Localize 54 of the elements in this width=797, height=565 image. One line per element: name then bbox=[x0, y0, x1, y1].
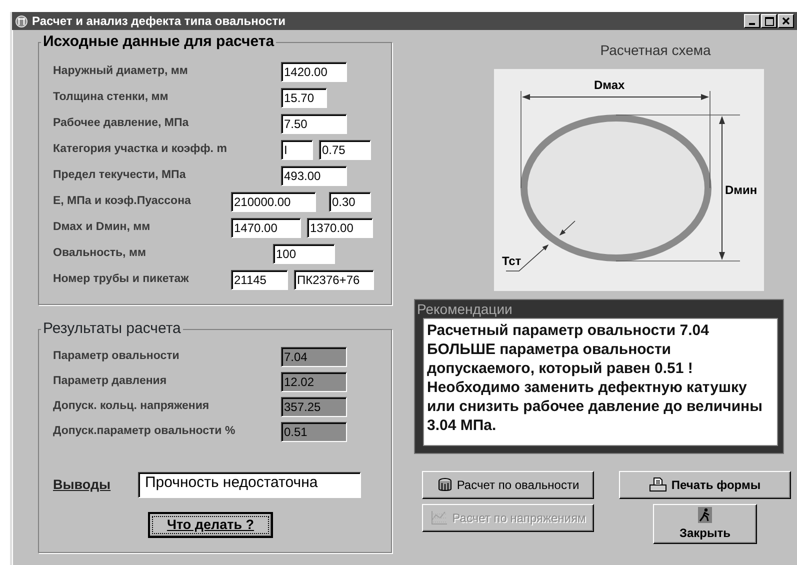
running-man-icon bbox=[698, 506, 712, 522]
field-label: Категория участка и коэфф. m bbox=[53, 142, 228, 158]
group-title: Исходные данные для расчета bbox=[41, 33, 276, 51]
field-label: Наружный диаметр, мм bbox=[53, 64, 189, 80]
dmin-label: Dмин bbox=[725, 183, 758, 197]
input-field[interactable]: 7.50 bbox=[281, 114, 347, 134]
result-label: Допуск. кольц. напряжения bbox=[53, 398, 210, 414]
result-label: Параметр давления bbox=[53, 374, 168, 389]
input-field[interactable]: 1470.00 bbox=[231, 218, 301, 238]
close-button[interactable] bbox=[778, 14, 794, 28]
conclusion-label: Выводы bbox=[53, 476, 112, 494]
field-label: E, МПа и коэф.Пуассона bbox=[53, 194, 192, 210]
what-to-do-button[interactable]: Что делать ? bbox=[148, 512, 273, 538]
group-title: Результаты расчета bbox=[41, 320, 183, 338]
result-label: Параметр овальности bbox=[53, 348, 180, 364]
field-label: Dмах и Dмин, мм bbox=[53, 220, 152, 236]
result-field: 357.25 bbox=[281, 396, 347, 416]
minimize-button[interactable] bbox=[744, 14, 760, 28]
field-label: Овальность, мм bbox=[53, 246, 147, 262]
input-field[interactable]: 1420.00 bbox=[281, 62, 347, 82]
result-field: 7.04 bbox=[281, 346, 347, 366]
command-button[interactable]: Печать формы bbox=[619, 471, 791, 499]
scheme-title: Расчетная схема bbox=[599, 41, 712, 60]
input-field[interactable]: 1370.00 bbox=[307, 218, 373, 238]
input-field[interactable]: I bbox=[281, 140, 313, 160]
input-field[interactable]: 210000.00 bbox=[231, 192, 316, 212]
window-title: Расчет и анализ дефекта типа овальности bbox=[32, 13, 286, 30]
app-icon bbox=[15, 14, 28, 28]
maximize-icon bbox=[764, 16, 774, 26]
tank-icon bbox=[436, 477, 453, 493]
command-button[interactable]: Закрыть bbox=[653, 504, 757, 544]
conclusion-field[interactable]: Прочность недостаточна bbox=[138, 472, 361, 498]
printer-icon bbox=[649, 477, 668, 493]
field-label: Рабочее давление, МПа bbox=[53, 116, 190, 132]
input-field[interactable]: ПК2376+76 bbox=[294, 270, 374, 290]
input-field[interactable]: 493.00 bbox=[281, 166, 347, 186]
input-field[interactable]: 0.75 bbox=[319, 140, 371, 160]
result-field: 12.02 bbox=[281, 372, 347, 392]
result-label: Допуск.параметр овальности % bbox=[53, 424, 236, 439]
input-field[interactable]: 21145 bbox=[231, 270, 288, 290]
maximize-button[interactable] bbox=[761, 14, 777, 28]
input-field[interactable]: 15.70 bbox=[281, 88, 327, 108]
command-button[interactable]: Расчет по овальности bbox=[422, 471, 594, 499]
field-label: Номер трубы и пикетаж bbox=[53, 272, 190, 288]
input-field[interactable]: 100 bbox=[273, 244, 335, 264]
dmax-label: Dмах bbox=[594, 78, 625, 92]
input-field[interactable]: 0.30 bbox=[329, 192, 371, 212]
close-icon bbox=[782, 17, 790, 25]
field-label: Толщина стенки, мм bbox=[53, 90, 170, 106]
result-field: 0.51 bbox=[281, 422, 347, 442]
recommendation-text: Расчетный параметр овальности 7.04 БОЛЬШЕ параметра овальности допускаемого, который равен 0.51 ! Необходимо заменить дефектную катушку или снизить рабочее давление до величины 3.04 МПа. bbox=[423, 318, 778, 446]
chart-icon bbox=[430, 510, 448, 526]
field-label: Предел текучести, МПа bbox=[53, 168, 187, 184]
wall-thickness-label: Тст bbox=[502, 254, 522, 268]
